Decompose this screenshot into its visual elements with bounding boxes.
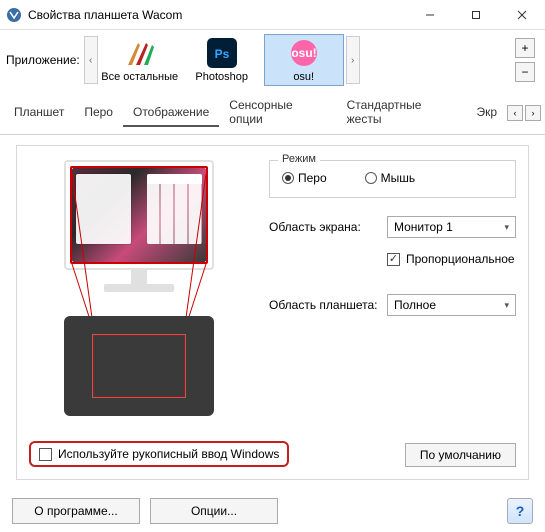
mode-legend: Режим — [278, 153, 320, 165]
tab-pen[interactable]: Перо — [74, 99, 123, 127]
screen-area-select[interactable]: Монитор 1 ▾ — [387, 216, 516, 238]
options-button[interactable]: Опции... — [150, 498, 278, 524]
svg-text:osu!: osu! — [291, 46, 316, 60]
tablet-area-value: Полное — [394, 298, 436, 312]
apps-scroll-right[interactable]: › — [346, 36, 360, 84]
maximize-button[interactable] — [453, 0, 499, 30]
photoshop-icon: Ps — [206, 37, 238, 69]
monitor-icon — [64, 160, 214, 270]
about-button[interactable]: О программе... — [12, 498, 140, 524]
mode-mouse-label: Мышь — [381, 171, 416, 185]
osu-icon: osu! — [288, 37, 320, 69]
about-button-label: О программе... — [34, 504, 117, 518]
default-button[interactable]: По умолчанию — [405, 443, 516, 467]
help-button[interactable]: ? — [507, 498, 533, 524]
screen-area-label: Область экрана: — [269, 220, 379, 234]
application-list: Все остальные Ps Photoshop osu! osu! — [100, 34, 344, 86]
tablet-icon — [64, 316, 214, 416]
app-item-label: osu! — [293, 71, 314, 83]
app-item-osu[interactable]: osu! osu! — [264, 34, 344, 86]
windows-ink-label: Используйте рукописный ввод Windows — [58, 447, 279, 461]
close-button[interactable] — [499, 0, 545, 30]
help-icon: ? — [516, 503, 525, 519]
tab-screen-truncated[interactable]: Экр — [466, 99, 507, 127]
radio-icon — [282, 172, 294, 184]
checkbox-icon — [387, 253, 400, 266]
tab-tablet[interactable]: Планшет — [4, 99, 74, 127]
mode-mouse-radio[interactable]: Мышь — [365, 171, 416, 185]
tabs-scroll-left[interactable]: ‹ — [507, 105, 523, 121]
remove-app-button[interactable]: − — [515, 62, 535, 82]
chevron-down-icon: ▾ — [504, 222, 509, 233]
chevron-down-icon: ▾ — [504, 300, 509, 311]
tab-touch-options[interactable]: Сенсорные опции — [219, 92, 336, 134]
tablet-active-area — [92, 334, 186, 398]
checkbox-icon — [39, 448, 52, 461]
app-item-all-others[interactable]: Все остальные — [100, 34, 180, 86]
tabs-scroll-right[interactable]: › — [525, 105, 541, 121]
applications-label: Приложение: — [6, 53, 80, 67]
proportional-label: Пропорциональное — [406, 252, 515, 266]
pencils-icon — [124, 37, 156, 69]
svg-text:Ps: Ps — [214, 47, 229, 61]
app-item-photoshop[interactable]: Ps Photoshop — [182, 34, 262, 86]
app-item-label: Photoshop — [195, 71, 248, 83]
tab-standard-gestures[interactable]: Стандартные жесты — [337, 92, 467, 134]
window-title: Свойства планшета Wacom — [28, 8, 407, 22]
wacom-logo-icon — [6, 7, 22, 23]
app-item-label: Все остальные — [101, 71, 178, 83]
mode-pen-label: Перо — [298, 171, 327, 185]
options-button-label: Опции... — [191, 504, 237, 518]
minimize-button[interactable] — [407, 0, 453, 30]
tablet-area-label: Область планшета: — [269, 298, 379, 312]
mapping-illustration — [39, 160, 239, 416]
screen-area-value: Монитор 1 — [394, 220, 453, 234]
tablet-area-select[interactable]: Полное ▾ — [387, 294, 516, 316]
default-button-label: По умолчанию — [420, 448, 501, 462]
windows-ink-checkbox[interactable]: Используйте рукописный ввод Windows — [29, 441, 289, 467]
mode-pen-radio[interactable]: Перо — [282, 171, 327, 185]
tab-mapping[interactable]: Отображение — [123, 99, 219, 127]
apps-scroll-left[interactable]: ‹ — [84, 36, 98, 84]
mode-group: Режим Перо Мышь — [269, 160, 516, 198]
proportional-checkbox[interactable]: Пропорциональное — [387, 252, 516, 266]
radio-icon — [365, 172, 377, 184]
add-app-button[interactable]: + — [515, 38, 535, 58]
